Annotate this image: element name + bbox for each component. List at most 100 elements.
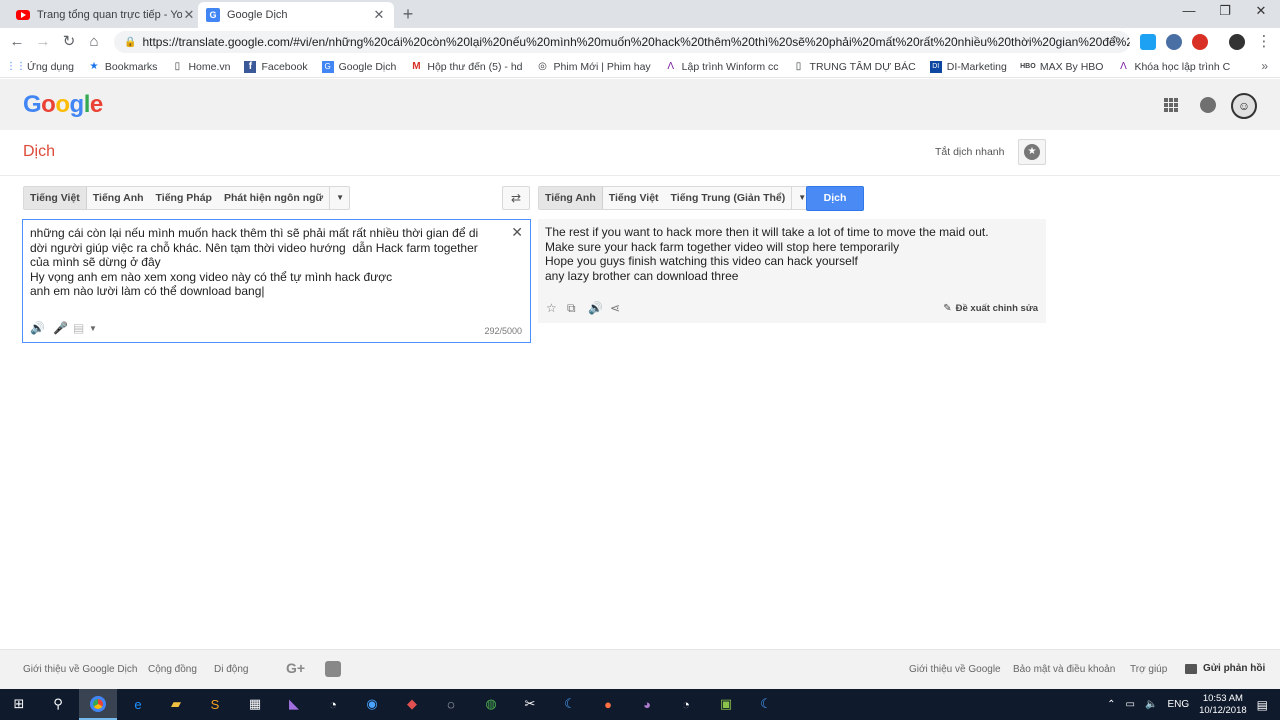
footer-link-help[interactable]: Trợ giúp <box>1130 664 1167 675</box>
tab-youtube-dashboard[interactable]: Trang tổng quan trực tiếp - YouT ✕ <box>8 2 204 28</box>
footer-link-privacy[interactable]: Bảo mật và điều khoản <box>1013 664 1115 675</box>
show-hidden-icons-icon[interactable]: ⌃ <box>1107 699 1115 710</box>
chevron-down-icon[interactable]: ▼ <box>89 324 97 333</box>
reload-icon[interactable]: ↻ <box>59 32 79 52</box>
minimize-button[interactable]: — <box>1174 3 1204 18</box>
translation-result-panel: The rest if you want to hack more then i… <box>538 219 1046 323</box>
teamviewer-icon[interactable]: ◉ <box>362 694 382 714</box>
green-app-icon[interactable]: ◍ <box>481 694 501 714</box>
bookmark-apps[interactable]: ⋮⋮ Ứng dụng <box>6 61 74 73</box>
target-lang-vietnamese[interactable]: Tiếng Việt <box>603 187 665 209</box>
back-arrow-icon[interactable]: ← <box>7 32 27 52</box>
address-bar[interactable]: 🔒 https://translate.google.com/#vi/en/nh… <box>114 31 1130 53</box>
speaker-icon[interactable]: 🔊 <box>588 301 603 315</box>
steam-window-icon[interactable]: ◔ <box>676 694 696 714</box>
google-header: Google ☺ <box>0 79 1280 130</box>
footer-link-about-google[interactable]: Giới thiệu về Google <box>909 664 1001 675</box>
hbo-icon: HBO <box>1020 63 1036 70</box>
bookmark-star-icon[interactable]: ☆ <box>1109 33 1122 50</box>
close-window-button[interactable]: ✕ <box>1246 3 1276 19</box>
send-feedback-button[interactable]: Gửi phản hồi <box>1185 663 1265 674</box>
notifications-bell-icon[interactable] <box>1200 97 1216 113</box>
file-explorer-icon[interactable]: ▰ <box>166 694 186 714</box>
source-lang-detect[interactable]: Phát hiện ngôn ngữ <box>218 187 329 209</box>
bookmark-bookmarks[interactable]: ★ Bookmarks <box>88 61 157 73</box>
bookmark-trung-tam[interactable]: ▯ TRUNG TÂM DỰ BÁC <box>793 61 916 73</box>
orange-app-icon[interactable]: ● <box>598 694 618 714</box>
close-tab-icon[interactable]: ✕ <box>372 7 386 23</box>
search-icon[interactable]: ⚲ <box>48 694 68 714</box>
new-tab-button[interactable]: + <box>398 4 418 25</box>
speaker-icon[interactable]: 🔊 <box>30 321 45 335</box>
source-lang-vietnamese[interactable]: Tiếng Việt <box>24 187 87 209</box>
maximize-button[interactable]: ❐ <box>1210 3 1240 19</box>
tools-icon[interactable]: ✂ <box>520 694 540 714</box>
steam-icon[interactable]: ◔ <box>323 694 343 714</box>
footer-link-community[interactable]: Cộng đồng <box>148 664 197 675</box>
blogger-icon[interactable] <box>325 661 341 677</box>
purple-app-icon[interactable]: ◕ <box>637 694 657 714</box>
close-tab-icon[interactable]: ✕ <box>182 7 196 23</box>
red-extension-icon[interactable] <box>1192 34 1208 50</box>
network-icon[interactable]: ▭ <box>1126 699 1135 710</box>
app-icon-2[interactable]: ☾ <box>756 694 776 714</box>
menu-kebab-icon[interactable]: ⋮ <box>1254 32 1274 52</box>
source-lang-english[interactable]: Tiếng Anh <box>87 187 150 209</box>
volume-icon[interactable]: 🔈 <box>1145 699 1157 710</box>
input-language[interactable]: ENG <box>1167 699 1189 710</box>
obs-icon[interactable]: ◌ <box>441 694 461 714</box>
profile-icon[interactable] <box>1229 34 1245 50</box>
bookmark-gmail[interactable]: M Hộp thư đến (5) - hd <box>410 61 522 73</box>
swap-languages-button[interactable]: ⇄ <box>502 186 530 210</box>
clear-text-icon[interactable]: ✕ <box>511 224 523 241</box>
bookmark-facebook[interactable]: f Facebook <box>244 60 308 73</box>
keyboard-icon[interactable]: ▤ <box>73 321 84 335</box>
suggest-edit-button[interactable]: ✎ Đề xuất chỉnh sửa <box>943 303 1038 314</box>
chevron-down-icon[interactable]: ▼ <box>329 187 349 209</box>
apps-grid-icon: ⋮⋮ <box>6 61 26 72</box>
bookmark-home-vn[interactable]: ▯ Home.vn <box>171 61 231 73</box>
google-plus-icon[interactable]: G+ <box>286 660 305 676</box>
instant-translation-toggle[interactable]: Tắt dịch nhanh <box>935 146 1004 158</box>
notifications-icon[interactable]: ▤ <box>1257 698 1268 712</box>
target-lang-chinese[interactable]: Tiếng Trung (Giản Thể) <box>665 187 792 209</box>
bookmark-phim-moi[interactable]: ◎ Phim Mới | Phim hay <box>537 61 651 73</box>
clock[interactable]: 10:53 AM 10/12/2018 <box>1199 693 1247 717</box>
app-icon[interactable]: ☾ <box>560 694 580 714</box>
home-icon[interactable]: ⌂ <box>84 32 104 52</box>
app-window-icon[interactable]: ▦ <box>245 694 265 714</box>
tab-google-translate[interactable]: G Google Dịch ✕ <box>198 2 394 28</box>
source-lang-french[interactable]: Tiếng Pháp <box>150 187 218 209</box>
forward-arrow-icon[interactable]: → <box>33 32 53 52</box>
windows-start-icon[interactable]: ⊞ <box>9 694 29 714</box>
avatar[interactable]: ☺ <box>1231 93 1257 119</box>
visual-studio-icon[interactable]: ◣ <box>284 694 304 714</box>
share-icon[interactable]: ⋖ <box>610 301 620 315</box>
star-icon[interactable]: ☆ <box>546 301 557 315</box>
twitter-extension-icon[interactable] <box>1140 34 1156 50</box>
microphone-icon[interactable]: 🎤 <box>53 321 68 335</box>
edge-icon[interactable]: e <box>128 694 148 714</box>
apps-grid-icon[interactable] <box>1164 98 1178 112</box>
target-lang-english[interactable]: Tiếng Anh <box>539 187 603 209</box>
star-icon: ★ <box>89 61 99 72</box>
bookmark-google-translate[interactable]: G Google Dịch <box>321 60 396 73</box>
footer-link-mobile[interactable]: Di động <box>214 664 248 675</box>
git-icon[interactable]: ◆ <box>402 694 422 714</box>
chrome-taskbar-icon[interactable] <box>79 689 117 720</box>
copy-icon[interactable]: ⧉ <box>567 301 576 316</box>
source-textarea[interactable]: những cái còn lại nếu mình muốn hack thê… <box>30 226 514 299</box>
bookmark-winform[interactable]: Λ Lập trình Winform cc <box>665 61 778 73</box>
game-icon[interactable]: ▣ <box>716 694 736 714</box>
target-language-bar: Tiếng Anh Tiếng Việt Tiếng Trung (Giản T… <box>538 186 813 210</box>
sublime-icon[interactable]: S <box>205 694 225 714</box>
translate-button[interactable]: Dịch <box>806 186 864 211</box>
more-bookmarks-icon[interactable]: » <box>1261 59 1268 73</box>
vpn-extension-icon[interactable] <box>1166 34 1182 50</box>
phrasebook-button[interactable]: ★ <box>1018 139 1046 165</box>
google-logo[interactable]: Google <box>23 91 103 119</box>
bookmark-di-marketing[interactable]: DI DI-Marketing <box>929 60 1007 73</box>
bookmark-khoa-hoc[interactable]: Λ Khóa học lập trình C <box>1117 61 1230 73</box>
bookmark-hbo[interactable]: HBO MAX By HBO <box>1020 61 1103 73</box>
footer-link-about-translate[interactable]: Giới thiệu về Google Dịch <box>23 664 137 675</box>
